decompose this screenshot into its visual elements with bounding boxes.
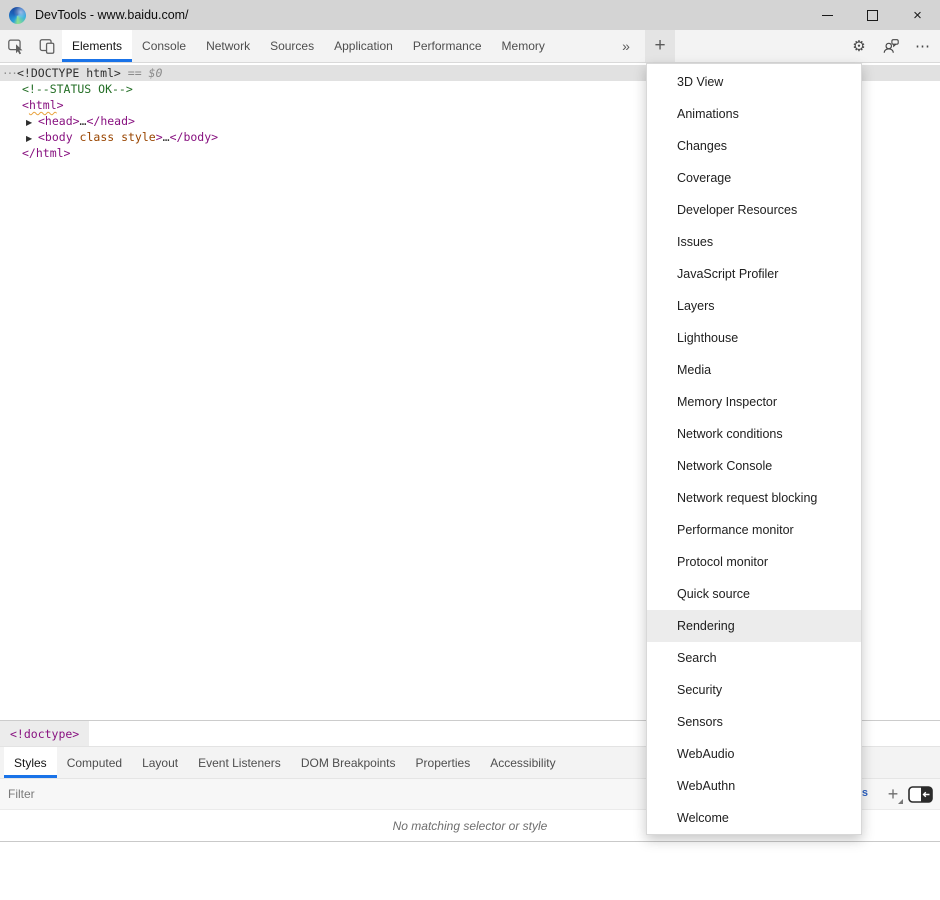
empty-styles-message: No matching selector or style [393,819,548,833]
menu-item-network-request-blocking[interactable]: Network request blocking [647,482,861,514]
close-button[interactable]: × [895,0,940,30]
code-segment: == $0 [121,66,163,80]
row-menu-dots-icon[interactable]: ··· [2,66,17,82]
ellipsis-icon: ⋯ [915,37,931,55]
tab-console[interactable]: Console [132,30,196,62]
minimize-icon [822,15,833,16]
code-segment: html [29,98,57,112]
add-style-rule-plus-icon: + [888,784,899,804]
edge-logo-icon [9,7,26,24]
tab-properties[interactable]: Properties [406,747,481,778]
tab-event-listeners[interactable]: Event Listeners [188,747,291,778]
tab-network[interactable]: Network [196,30,260,62]
computed-sidebar-toggle-button[interactable] [908,786,934,803]
menu-item-network-conditions[interactable]: Network conditions [647,418,861,450]
dropdown-corner-triangle-icon [898,799,903,804]
breadcrumb-item-doctype[interactable]: <!doctype> [0,721,89,746]
panel-tabs: ElementsConsoleNetworkSourcesApplication… [62,30,555,62]
menu-item-webauthn[interactable]: WebAuthn [647,770,861,802]
sidebar-toggle-icon [908,786,934,803]
maximize-button[interactable] [850,0,895,30]
menu-item-webaudio[interactable]: WebAudio [647,738,861,770]
menu-item-changes[interactable]: Changes [647,130,861,162]
window-controls: × [805,0,940,30]
menu-item-rendering[interactable]: Rendering [647,610,861,642]
menu-item-performance-monitor[interactable]: Performance monitor [647,514,861,546]
close-icon: × [913,8,922,23]
tab-dom-breakpoints[interactable]: DOM Breakpoints [291,747,406,778]
code-segment: </head> [86,114,134,128]
code-segment: > [57,98,64,112]
chevron-double-right-icon: » [622,38,630,54]
devtools-window: DevTools - www.baidu.com/ × [0,0,940,900]
more-tools-menu: 3D ViewAnimationsChangesCoverageDevelope… [646,63,862,835]
new-style-rule-button[interactable]: + [882,782,904,806]
menu-item-3d-view[interactable]: 3D View [647,66,861,98]
code-segment: > [156,130,163,144]
code-segment: <head> [38,114,80,128]
minimize-button[interactable] [805,0,850,30]
menu-item-welcome[interactable]: Welcome [647,802,861,834]
gear-icon: ⚙ [852,37,865,55]
code-segment: < [22,98,29,112]
more-tabs-button[interactable]: » [612,30,640,62]
tab-application[interactable]: Application [324,30,403,62]
menu-item-layers[interactable]: Layers [647,290,861,322]
code-segment: </body> [170,130,218,144]
window-title: DevTools - www.baidu.com/ [35,8,189,22]
inspect-element-button[interactable] [0,30,31,62]
tab-computed[interactable]: Computed [57,747,132,778]
feedback-button[interactable] [882,37,900,55]
inspect-icon [7,37,25,55]
tab-sources[interactable]: Sources [260,30,324,62]
menu-item-javascript-profiler[interactable]: JavaScript Profiler [647,258,861,290]
more-options-button[interactable]: ⋯ [914,37,932,55]
menu-item-protocol-monitor[interactable]: Protocol monitor [647,546,861,578]
code-segment: … [163,130,170,144]
code-segment: <!--STATUS OK--> [22,82,133,96]
menu-item-developer-resources[interactable]: Developer Resources [647,194,861,226]
styles-filter-input[interactable]: Filter [0,787,35,801]
maximize-icon [867,10,878,21]
tab-accessibility[interactable]: Accessibility [480,747,565,778]
menu-item-security[interactable]: Security [647,674,861,706]
menu-item-search[interactable]: Search [647,642,861,674]
more-tools-button[interactable]: + [645,30,675,62]
window-titlebar: DevTools - www.baidu.com/ × [0,0,940,30]
menu-item-sensors[interactable]: Sensors [647,706,861,738]
tab-styles[interactable]: Styles [4,747,57,778]
menu-item-memory-inspector[interactable]: Memory Inspector [647,386,861,418]
menu-item-animations[interactable]: Animations [647,98,861,130]
menu-item-lighthouse[interactable]: Lighthouse [647,322,861,354]
feedback-icon [882,37,900,55]
settings-button[interactable]: ⚙ [850,37,868,55]
menu-item-issues[interactable]: Issues [647,226,861,258]
tab-layout[interactable]: Layout [132,747,188,778]
toolbar-right-actions: ⚙ ⋯ [850,30,932,62]
menu-item-coverage[interactable]: Coverage [647,162,861,194]
tab-memory[interactable]: Memory [492,30,555,62]
code-segment: </html> [22,146,70,160]
tab-elements[interactable]: Elements [62,30,132,62]
menu-item-media[interactable]: Media [647,354,861,386]
tab-performance[interactable]: Performance [403,30,492,62]
code-segment: class style [73,130,156,144]
code-segment: <body [38,130,73,144]
menu-item-quick-source[interactable]: Quick source [647,578,861,610]
menu-item-network-console[interactable]: Network Console [647,450,861,482]
plus-icon: + [654,35,665,57]
device-emulation-button[interactable] [31,30,62,62]
code-segment: <!DOCTYPE html> [17,66,121,80]
devtools-toolbar: ElementsConsoleNetworkSourcesApplication… [0,30,940,63]
device-emulation-icon [38,37,56,55]
